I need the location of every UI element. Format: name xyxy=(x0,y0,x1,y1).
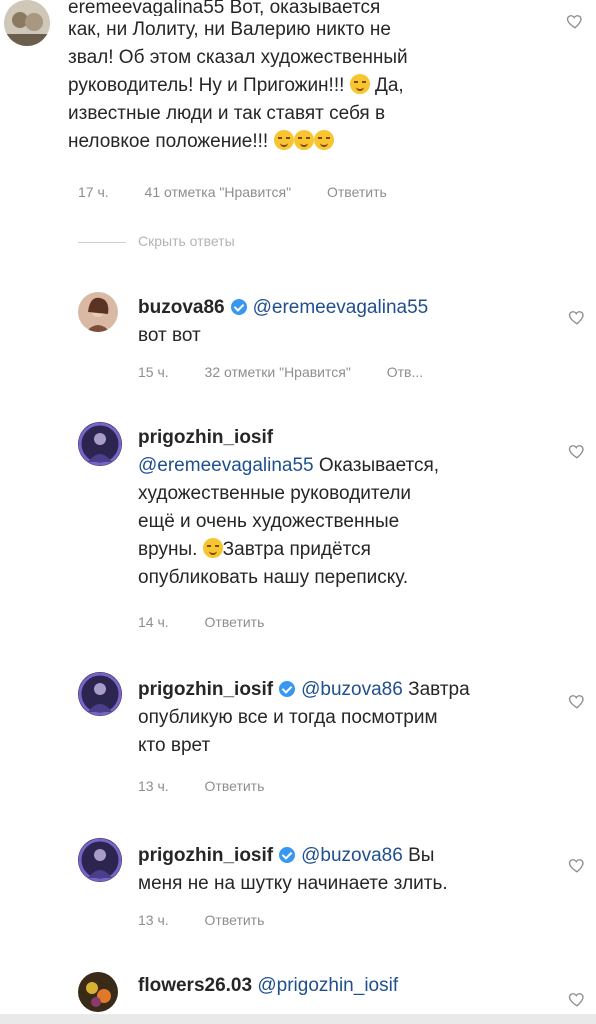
comment-line: руководитель! Ну и Пригожин!!! Да, xyxy=(68,74,404,96)
mention-link[interactable]: @eremeevagalina55 xyxy=(253,297,429,318)
heart-outline-icon[interactable] xyxy=(568,308,586,326)
comment-line: опубликовать нашу переписку. xyxy=(138,567,409,588)
avatar[interactable] xyxy=(78,292,118,332)
mention-link[interactable]: @buzova86 xyxy=(301,845,403,866)
avatar[interactable] xyxy=(78,672,122,716)
heart-outline-icon[interactable] xyxy=(568,692,586,710)
verified-badge-icon xyxy=(230,299,247,315)
comment-meta: 13 ч. Ответить xyxy=(138,912,296,928)
comment-text: prigozhin_iosif @eremeevagalina55 Оказыв… xyxy=(138,424,558,592)
mention-link[interactable]: @eremeevagalina55 xyxy=(138,455,314,476)
hide-replies-button[interactable]: Скрыть ответы xyxy=(138,233,235,249)
timestamp: 14 ч. xyxy=(138,614,169,630)
username-link[interactable]: flowers26.03 xyxy=(138,975,252,996)
mention-link[interactable]: @buzova86 xyxy=(301,679,403,700)
heart-outline-icon[interactable] xyxy=(568,442,586,460)
reply-button[interactable]: Ответить xyxy=(205,912,265,928)
heart-outline-icon[interactable] xyxy=(566,12,584,30)
comment-meta: 14 ч. Ответить xyxy=(138,614,296,630)
comment-line: художественные руководители xyxy=(138,483,412,504)
comment-line: вруны. Завтра придётся xyxy=(138,538,371,560)
avatar[interactable] xyxy=(78,422,122,466)
comment-text: flowers26.03 @prigozhin_iosif xyxy=(138,972,558,1000)
timestamp: 17 ч. xyxy=(78,184,109,200)
comment-line: вот вот xyxy=(138,325,201,346)
timestamp: 15 ч. xyxy=(138,364,169,380)
reply-button[interactable]: Ответить xyxy=(205,614,265,630)
comment-line: как, ни Лолиту, ни Валерию никто не xyxy=(68,19,391,40)
emoji-icon xyxy=(202,538,223,558)
verified-badge-icon xyxy=(279,681,296,697)
likes-count[interactable]: 32 отметки "Нравится" xyxy=(205,364,351,380)
comment-line: меня не на шутку начинаете злить. xyxy=(138,873,448,894)
comment-text: eremeevagalina55 Вот, оказывается как, н… xyxy=(68,0,538,156)
emoji-icon xyxy=(273,130,294,150)
comment-text: prigozhin_iosif @buzova86 Завтра опублику… xyxy=(138,676,558,760)
divider xyxy=(78,242,126,243)
mention-link[interactable]: @prigozhin_iosif xyxy=(257,975,398,996)
heart-outline-icon[interactable] xyxy=(568,856,586,874)
emoji-icon xyxy=(349,74,370,94)
likes-count[interactable]: 41 отметка "Нравится" xyxy=(145,184,292,200)
reply-button[interactable]: Ответить xyxy=(205,778,265,794)
comment-line: кто врет xyxy=(138,735,211,756)
bottom-bar xyxy=(0,1014,596,1024)
comment-line: eremeevagalina55 Вот, оказывается xyxy=(68,0,381,16)
comment-meta: 15 ч. 32 отметки "Нравится" Отв... xyxy=(138,364,455,380)
reply-button[interactable]: Ответить xyxy=(327,184,387,200)
comment-text: prigozhin_iosif @buzova86 Вы меня не на ш… xyxy=(138,842,558,898)
reply-button[interactable]: Отв... xyxy=(387,364,423,380)
avatar[interactable] xyxy=(4,0,50,46)
comment-meta: 13 ч. Ответить xyxy=(138,778,296,794)
comment-line: неловкое положение!!! xyxy=(68,128,538,156)
timestamp: 13 ч. xyxy=(138,912,169,928)
timestamp: 13 ч. xyxy=(138,778,169,794)
comment-line: звал! Об этом сказал художественный xyxy=(68,47,408,68)
comment-line: опубликую все и тогда посмотрим xyxy=(138,707,438,728)
emoji-icon xyxy=(293,130,314,150)
heart-outline-icon[interactable] xyxy=(568,990,586,1008)
avatar[interactable] xyxy=(78,972,118,1012)
username-link[interactable]: buzova86 xyxy=(138,297,225,318)
avatar[interactable] xyxy=(78,838,122,882)
username-link[interactable]: prigozhin_iosif xyxy=(138,424,558,452)
username-link[interactable]: prigozhin_iosif xyxy=(138,845,273,866)
comment-text: buzova86 @eremeevagalina55 вот вот xyxy=(138,294,558,350)
comment-meta: 17 ч. 41 отметка "Нравится" Ответить xyxy=(78,184,419,200)
emoji-icon xyxy=(313,130,334,150)
verified-badge-icon xyxy=(279,847,296,863)
comment-line: известные люди и так ставят себя в xyxy=(68,103,386,124)
comment-line: ещё и очень художественные xyxy=(138,511,400,532)
username-link[interactable]: prigozhin_iosif xyxy=(138,679,273,700)
